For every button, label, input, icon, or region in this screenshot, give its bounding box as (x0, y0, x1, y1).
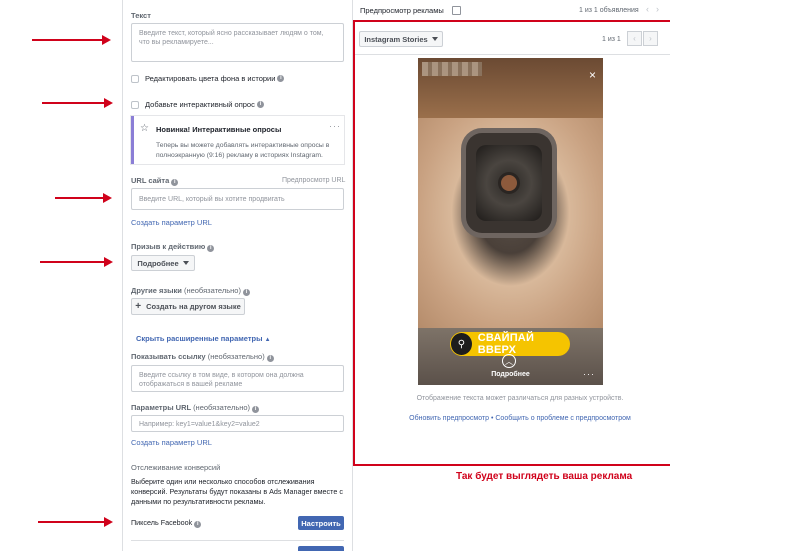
cta-value: Подробнее (137, 258, 179, 268)
create-url-param-link-2[interactable]: Создать параметр URL (131, 438, 212, 447)
blurred-header (422, 62, 482, 76)
divider (355, 54, 687, 55)
create-lang-button[interactable]: + Создать на другом языке (131, 298, 245, 315)
story-image (418, 118, 603, 328)
prev-button[interactable]: ‹ (627, 31, 642, 46)
watch-face (476, 145, 542, 221)
annotation-caption: Так будет выглядеть ваша реклама (456, 471, 633, 482)
report-problem-link[interactable]: Сообщить о проблеме с предпросмотром (495, 415, 630, 422)
info-icon[interactable]: i (266, 355, 274, 362)
chevron-up-icon: ▲ (264, 337, 271, 343)
pixel-label: Пиксель Facebook i (131, 518, 202, 528)
card-text: Теперь вы можете добавлять интерактивные… (156, 142, 330, 159)
conversion-text: Выберите один или несколько способов отс… (131, 477, 343, 507)
more-label[interactable]: Подробнее (418, 371, 603, 378)
swipe-up-banner: ⚲ СВАЙПАЙ ВВЕРХ (450, 332, 570, 356)
next-preview-button[interactable]: › (643, 31, 658, 46)
annotation-arrow-pixel (38, 517, 113, 527)
swipe-up-icon[interactable]: ︿ (502, 354, 516, 368)
checkbox-box[interactable] (131, 100, 139, 109)
external-link-icon[interactable] (452, 6, 461, 15)
cta-label: Призыв к действию i (131, 242, 215, 252)
info-icon[interactable]: i (256, 101, 264, 108)
poll-label: Добавьте интерактивный опрос (145, 100, 255, 109)
text-label: Текст (131, 11, 151, 20)
hide-advanced-link[interactable]: Скрыть расширенные параметры ▲ (136, 334, 271, 343)
more-options-icon[interactable]: ··· (583, 369, 595, 379)
watch-image (466, 133, 552, 233)
more-options-icon[interactable]: ··· (329, 121, 341, 131)
poll-checkbox[interactable]: Добавьте интерактивный опрос i (131, 100, 264, 109)
preview-links: Обновить предпросмотр • Сообщить о пробл… (409, 415, 631, 422)
placement-dropdown[interactable]: Instagram Stories (359, 31, 443, 47)
divider (131, 540, 344, 541)
placement-value: Instagram Stories (364, 34, 428, 44)
annotation-arrow-url (55, 193, 112, 203)
url-params-input[interactable]: Например: key1=value1&key2=value2 (131, 415, 344, 432)
watch-center (501, 175, 517, 191)
conversion-heading: Отслеживание конверсий (131, 463, 221, 472)
cta-dropdown[interactable]: Подробнее (131, 255, 195, 271)
info-icon[interactable]: i (194, 521, 202, 528)
refresh-preview-link[interactable]: Обновить предпросмотр (409, 415, 489, 422)
preview-note: Отображение текста может различаться для… (416, 395, 624, 402)
bg-color-checkbox[interactable]: Редактировать цвета фона в истории i (131, 74, 285, 83)
card-title: Новинка! Интерактивные опросы (156, 125, 282, 134)
url-label: URL сайта i (131, 176, 179, 186)
preview-count: 1 из 1 (602, 36, 621, 43)
chevron-left-icon[interactable]: ‹ (646, 4, 649, 14)
url-preview-link[interactable]: Предпросмотр URL (282, 177, 345, 184)
star-icon: ☆ (140, 123, 149, 134)
annotation-arrow-poll (42, 98, 113, 108)
ads-pager: 1 из 1 объявления (579, 7, 639, 14)
info-icon[interactable]: i (171, 179, 179, 186)
story-preview: × ⚲ СВАЙПАЙ ВВЕРХ ︿ Подробнее ··· (418, 58, 603, 385)
configure-button[interactable]: Настроить (298, 516, 344, 530)
chevron-down-icon (431, 37, 438, 41)
left-gutter (0, 0, 122, 551)
text-input[interactable]: Введите текст, который ясно рассказывает… (131, 23, 344, 62)
magnifier-icon: ⚲ (451, 333, 472, 355)
plus-icon: + (135, 301, 142, 312)
right-margin (670, 0, 807, 551)
info-icon[interactable]: i (277, 75, 285, 82)
chevron-down-icon (182, 261, 189, 265)
next-button[interactable] (298, 546, 344, 551)
info-icon[interactable]: i (242, 289, 250, 296)
display-link-input[interactable]: Введите ссылку в том виде, в котором она… (131, 365, 344, 392)
new-feature-card: ☆ Новинка! Интерактивные опросы ··· Тепе… (131, 116, 344, 164)
url-params-label: Параметры URL (необязательно) i (131, 403, 260, 413)
checkbox-box[interactable] (131, 74, 139, 83)
other-lang-label: Другие языки (необязательно) i (131, 286, 250, 296)
story-top (418, 58, 603, 118)
bg-color-label: Редактировать цвета фона в истории (145, 74, 276, 83)
swipe-text: СВАЙПАЙ ВВЕРХ (477, 332, 535, 356)
create-url-param-link[interactable]: Создать параметр URL (131, 218, 212, 227)
info-icon[interactable]: i (207, 245, 215, 252)
annotation-arrow-text (32, 35, 111, 45)
chevron-right-icon[interactable]: › (656, 4, 659, 14)
annotation-arrow-cta (40, 257, 113, 267)
info-icon[interactable]: i (252, 406, 260, 413)
preview-title: Предпросмотр рекламы (360, 6, 444, 15)
url-input[interactable]: Введите URL, который вы хотите продвигат… (131, 188, 344, 210)
display-link-label: Показывать ссылку (необязательно) i (131, 352, 274, 362)
close-icon[interactable]: × (589, 68, 596, 82)
